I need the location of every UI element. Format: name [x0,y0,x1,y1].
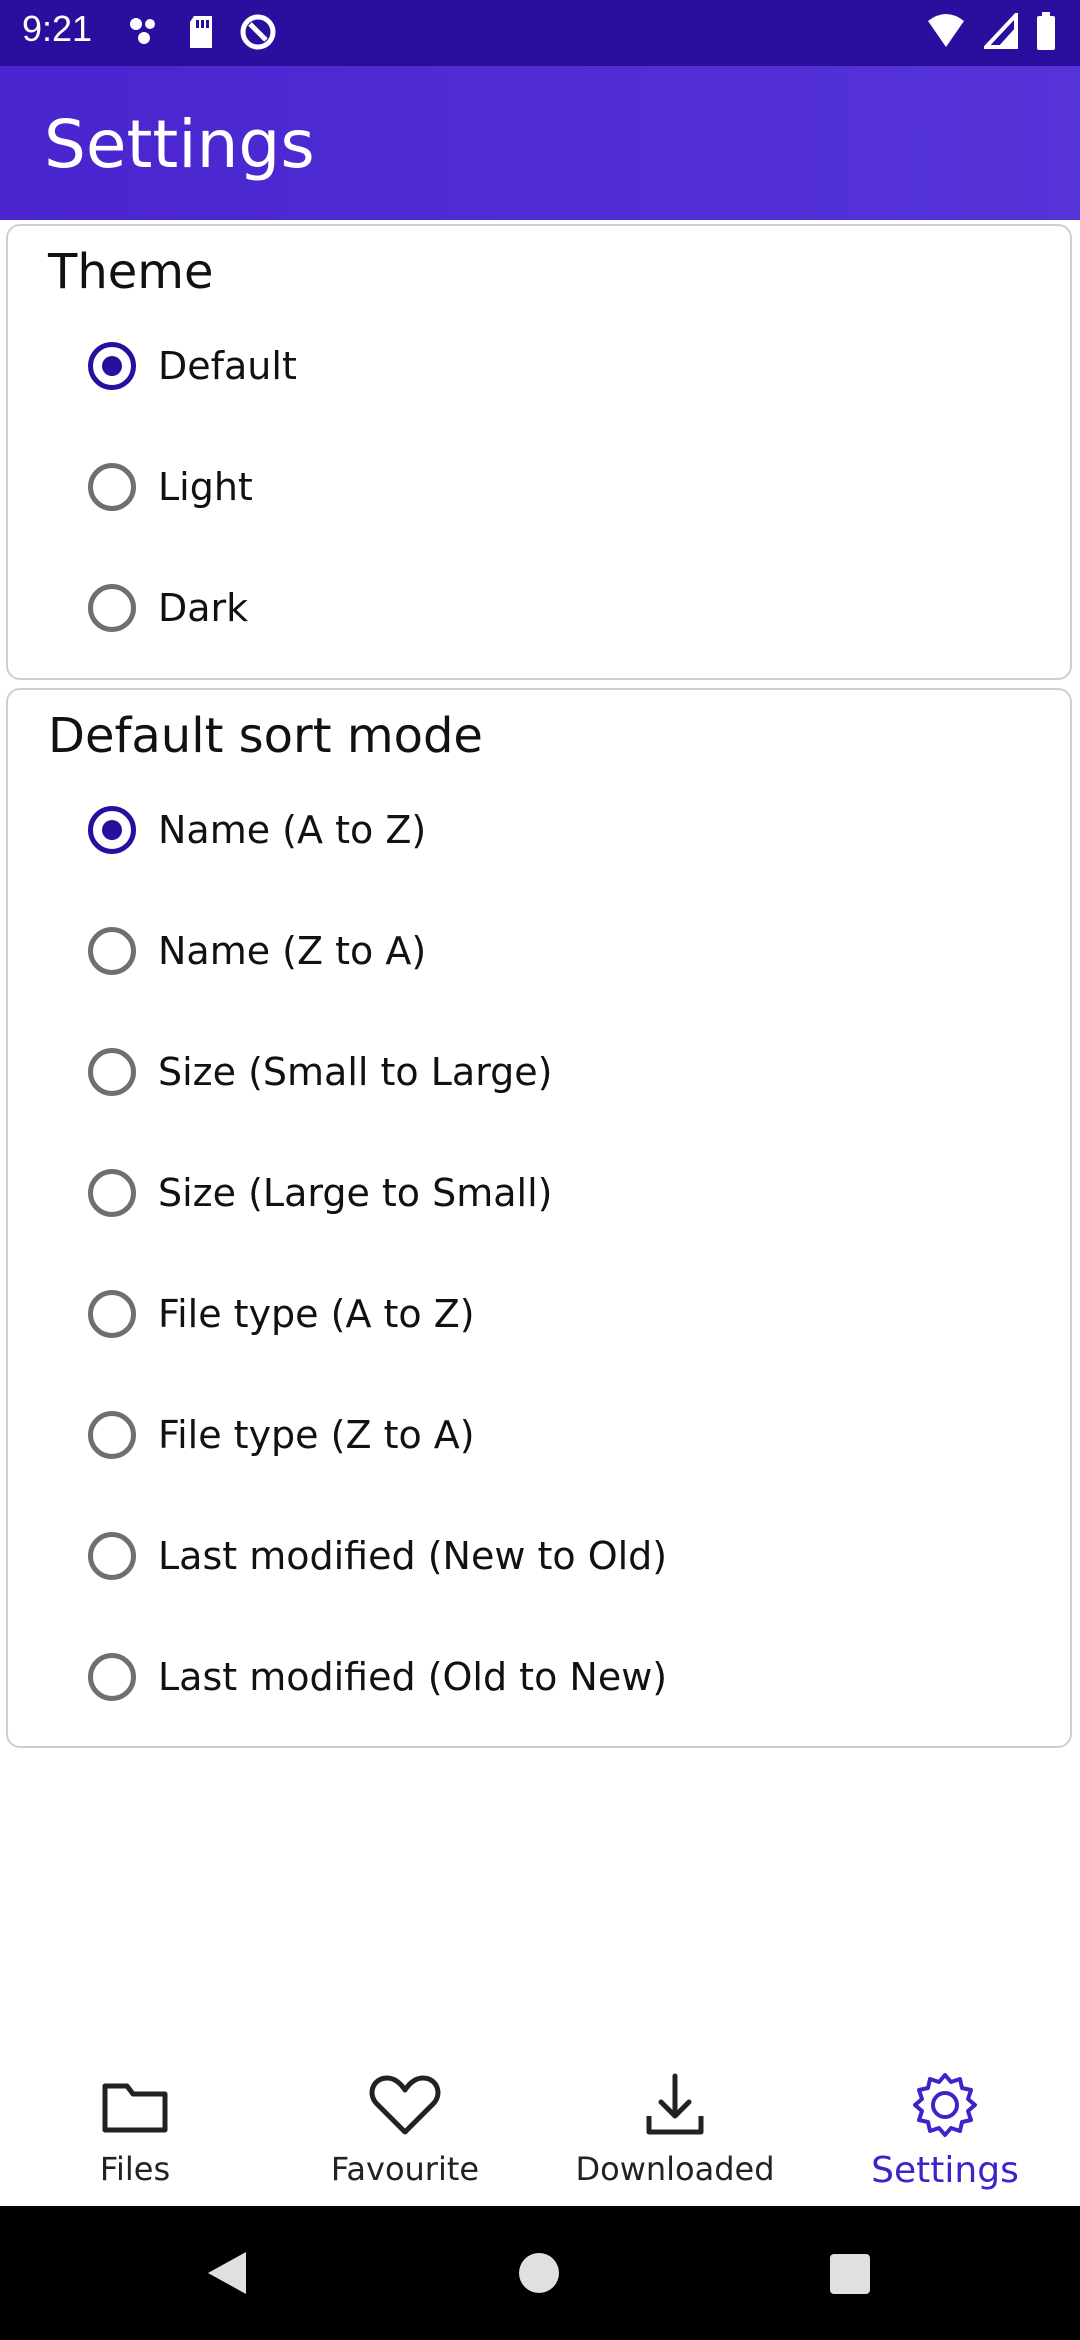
sort-option-type-asc[interactable]: File type (A to Z) [88,1274,475,1354]
theme-option-default[interactable]: Default [88,326,297,406]
notification-dots-icon [128,14,164,54]
page-title: Settings [44,106,315,183]
radio-button[interactable] [88,806,136,854]
radio-button[interactable] [88,1048,136,1096]
radio-button[interactable] [88,1653,136,1701]
sort-mode-card: Default sort mode Name (A to Z) Name (Z … [6,688,1072,1748]
theme-option-light[interactable]: Light [88,447,253,527]
radio-label: Last modified (Old to New) [158,1655,668,1699]
nav-settings[interactable]: Settings [810,2070,1080,2200]
radio-label: Default [158,344,297,388]
sort-option-modified-old[interactable]: Last modified (Old to New) [88,1637,667,1717]
nav-favourite[interactable]: Favourite [270,2070,540,2200]
radio-label: File type (Z to A) [158,1413,475,1457]
radio-label: Name (A to Z) [158,808,427,852]
radio-label: Dark [158,586,249,630]
sort-option-size-desc[interactable]: Size (Large to Small) [88,1153,553,1233]
cell-signal-icon [981,9,1018,53]
sort-option-name-desc[interactable]: Name (Z to A) [88,911,426,991]
radio-button[interactable] [88,584,136,632]
radio-label: Last modified (New to Old) [158,1534,668,1578]
radio-button[interactable] [88,463,136,511]
radio-label: Size (Large to Small) [158,1171,553,1215]
sort-option-size-asc[interactable]: Size (Small to Large) [88,1032,553,1112]
radio-label: Size (Small to Large) [158,1050,553,1094]
home-icon[interactable] [518,2252,560,2298]
sd-card-icon [186,14,216,54]
nav-label: Settings [871,2150,1019,2191]
nav-label: Downloaded [575,2150,775,2188]
radio-label: File type (A to Z) [158,1292,475,1336]
theme-option-dark[interactable]: Dark [88,568,248,648]
gear-icon [905,2070,985,2144]
radio-label: Light [158,465,253,509]
heart-icon [365,2070,445,2144]
radio-label: Name (Z to A) [158,929,427,973]
battery-icon [1036,12,1056,54]
data-saver-icon [238,12,278,56]
theme-title: Theme [48,244,214,300]
status-icons-left [128,12,278,56]
folder-icon [95,2070,175,2144]
radio-button[interactable] [88,1411,136,1459]
nav-downloaded[interactable]: Downloaded [540,2070,810,2200]
nav-label: Favourite [330,2150,480,2188]
radio-button[interactable] [88,342,136,390]
wifi-icon [926,13,966,53]
radio-button[interactable] [88,927,136,975]
bottom-navigation: Files Favourite Downloaded Settings [0,2060,1080,2206]
theme-card: Theme Default Light Dark [6,224,1072,680]
nav-label: Files [99,2150,171,2188]
radio-button[interactable] [88,1169,136,1217]
app-bar: Settings [0,66,1080,220]
back-icon[interactable] [204,2250,248,2300]
sort-option-modified-new[interactable]: Last modified (New to Old) [88,1516,667,1596]
download-icon [635,2070,715,2144]
sort-option-name-asc[interactable]: Name (A to Z) [88,790,426,870]
sort-option-type-desc[interactable]: File type (Z to A) [88,1395,475,1475]
sort-mode-title: Default sort mode [48,708,483,764]
status-bar: 9:21 [0,0,1080,66]
recents-icon[interactable] [830,2254,870,2298]
status-time: 9:21 [22,8,93,49]
nav-files[interactable]: Files [0,2070,270,2200]
radio-button[interactable] [88,1290,136,1338]
status-icons-right [926,9,1056,54]
radio-button[interactable] [88,1532,136,1580]
system-navigation-bar [0,2206,1080,2340]
